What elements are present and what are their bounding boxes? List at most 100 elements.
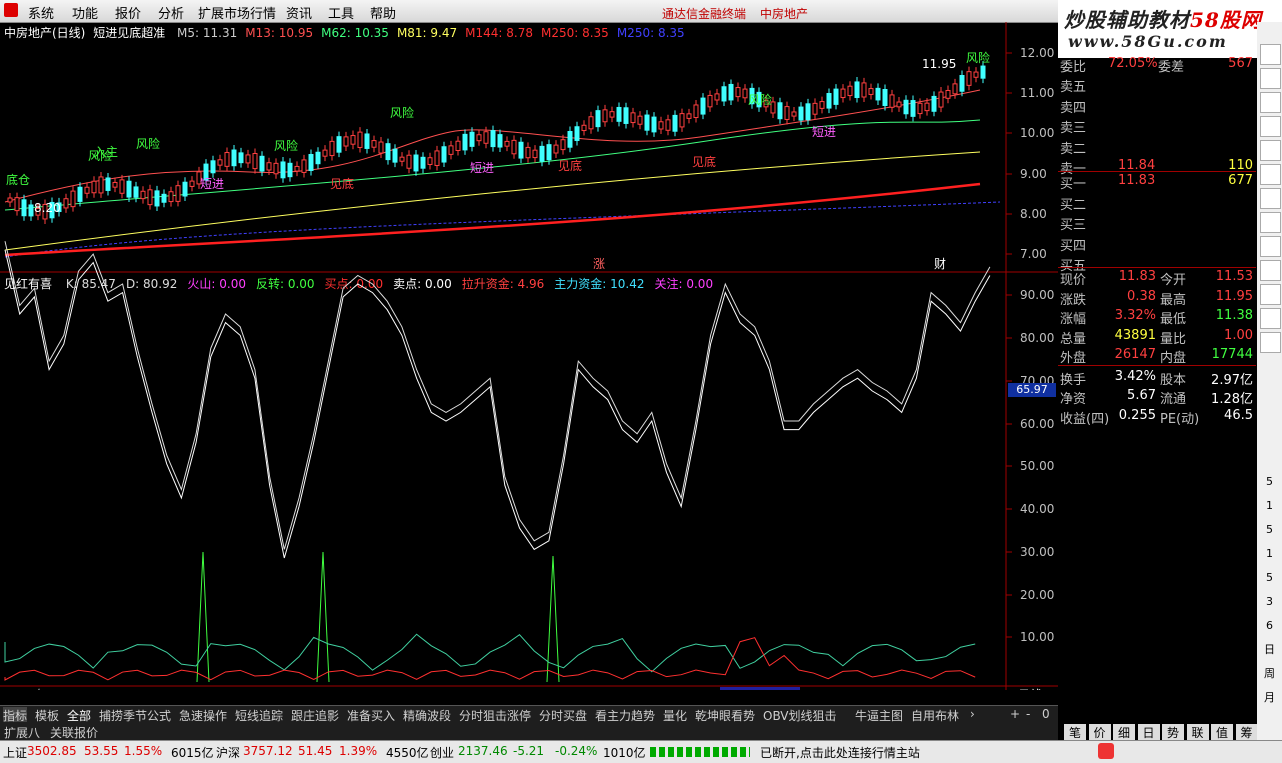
quote-panel-tab[interactable]: 细 [1113, 724, 1135, 741]
line-chart-icon[interactable] [1260, 116, 1281, 137]
quote-label: 最高 [1160, 292, 1187, 308]
kd-line [4, 241, 991, 550]
candle [714, 93, 720, 101]
kline-chart[interactable]: 11.958.20涨财风险风险风险风险风险风险短进短进短进见底见底见底底仓入主2… [0, 22, 1058, 690]
pencil-icon[interactable] [1260, 332, 1281, 353]
index-sh-change: 53.55 [84, 744, 119, 758]
period-button[interactable]: 周 [1260, 664, 1279, 683]
period-button[interactable]: 日 [1260, 640, 1279, 659]
close-icon[interactable] [1260, 44, 1281, 65]
indicator-tick: 50.00 [1020, 459, 1055, 473]
ask-level-label[interactable]: 卖四 [1060, 97, 1086, 116]
zoom-button[interactable]: - [1026, 707, 1030, 721]
candle [140, 190, 146, 200]
candle [903, 99, 909, 115]
period-button[interactable]: 月 [1260, 688, 1279, 707]
menu-analysis[interactable]: 分析 [158, 3, 184, 22]
tab-scroll-right-icon[interactable]: › [970, 707, 975, 721]
quote-value: 0.38 [1127, 288, 1156, 304]
connection-status[interactable]: 已断开,点击此处连接行情主站 [760, 744, 920, 761]
menu-ext-market[interactable]: 扩展市场行情 [198, 3, 276, 22]
bid-level-label[interactable]: 买一 [1060, 173, 1086, 192]
quote-panel-tab[interactable]: 值 [1211, 724, 1233, 741]
candle [14, 197, 20, 212]
tab-related-quote[interactable]: 关联报价 [50, 724, 98, 741]
index-cy-label[interactable]: 创业 [430, 744, 454, 761]
candle [357, 131, 363, 148]
menu-system[interactable]: 系统 [28, 3, 54, 22]
quote-panel-tab[interactable]: 笔 [1064, 724, 1086, 741]
index-sh-label[interactable]: 上证 [3, 744, 27, 761]
period-label[interactable]: 日线 [1018, 688, 1042, 690]
candle [924, 102, 930, 112]
chart-icon[interactable] [1260, 92, 1281, 113]
quote-panel-tab[interactable]: 日 [1137, 724, 1160, 741]
quote-panel: 委比 72.05% 委差 567 卖五 卖四 卖三 卖二 卖一 11.84 110 买一 11.83 67… [1058, 56, 1258, 741]
fund-icon[interactable] [1260, 164, 1281, 185]
quote-value: 11.38 [1215, 308, 1253, 323]
period-button[interactable]: 1 [1260, 544, 1279, 563]
candle [91, 180, 97, 194]
candle [833, 88, 839, 105]
sub-tab-bar: 扩展八 关联报价 [0, 722, 1058, 740]
candle [98, 176, 104, 194]
hot-icon[interactable] [1260, 188, 1281, 209]
index-sh-amount: 6015亿 [171, 746, 214, 760]
move-icon[interactable] [1260, 308, 1281, 329]
candle [861, 82, 867, 98]
quote-panel-tab[interactable]: 筹 [1235, 724, 1258, 741]
menu-help[interactable]: 帮助 [370, 3, 396, 22]
restore-icon[interactable] [1260, 68, 1281, 89]
terminal-link[interactable]: 通达信金融终端 [662, 5, 746, 22]
finance-marker: 财 [934, 257, 946, 271]
price-tick: 9.00 [1020, 167, 1047, 181]
short-entry-signal: 短进 [200, 177, 224, 191]
period-button[interactable]: 5 [1260, 568, 1279, 587]
ask-level-label[interactable]: 卖五 [1060, 76, 1086, 95]
ask-level-label[interactable]: 卖二 [1060, 138, 1086, 157]
bar-icon[interactable] [1260, 236, 1281, 257]
quote-panel-tab[interactable]: 价 [1088, 724, 1111, 741]
candle [28, 204, 34, 217]
fund-icon[interactable] [1260, 212, 1281, 233]
quote-label: 现价 [1060, 273, 1087, 288]
period-button[interactable]: 3 [1260, 592, 1279, 611]
candle [399, 156, 405, 162]
period-button[interactable]: 1 [1260, 496, 1279, 515]
candle [70, 190, 76, 208]
bid-level-label[interactable]: 买三 [1060, 214, 1086, 233]
index-sz-label[interactable]: 沪深 [216, 744, 240, 761]
quote-panel-tab[interactable]: 势 [1162, 724, 1184, 741]
candle [504, 140, 510, 147]
period-button[interactable]: 6 [1260, 616, 1279, 635]
period-button[interactable]: 5 [1260, 472, 1279, 491]
candle [413, 154, 419, 172]
rsi-icon[interactable] [1260, 260, 1281, 281]
zoom-button[interactable]: 0 [1042, 707, 1050, 721]
candle [560, 139, 566, 151]
bid-level-label[interactable]: 买二 [1060, 194, 1086, 213]
period-button[interactable]: 5 [1260, 520, 1279, 539]
quote-panel-tab[interactable]: 联 [1186, 724, 1209, 741]
pull-fund-line [4, 637, 976, 681]
bid-level-label[interactable]: 买四 [1060, 235, 1086, 254]
menu-info[interactable]: 资讯 [286, 3, 312, 22]
candle [581, 124, 587, 132]
tab-ext8[interactable]: 扩展八 [4, 724, 40, 741]
candle [427, 157, 433, 165]
input-method-icon[interactable] [1098, 743, 1114, 759]
kline-icon[interactable] [1260, 140, 1281, 161]
order-icon[interactable] [1260, 284, 1281, 305]
menu-tools[interactable]: 工具 [328, 3, 354, 22]
candle [448, 145, 454, 155]
ask-level-label[interactable]: 卖三 [1060, 117, 1086, 136]
candle [252, 153, 258, 170]
candle [630, 112, 636, 124]
candle [707, 94, 713, 108]
menu-quote[interactable]: 报价 [115, 3, 141, 22]
zoom-button[interactable]: + [1010, 707, 1020, 721]
candle [721, 86, 727, 102]
stock-link[interactable]: 中房地产 [760, 5, 808, 22]
menu-function[interactable]: 功能 [72, 3, 98, 22]
candle [595, 110, 601, 128]
